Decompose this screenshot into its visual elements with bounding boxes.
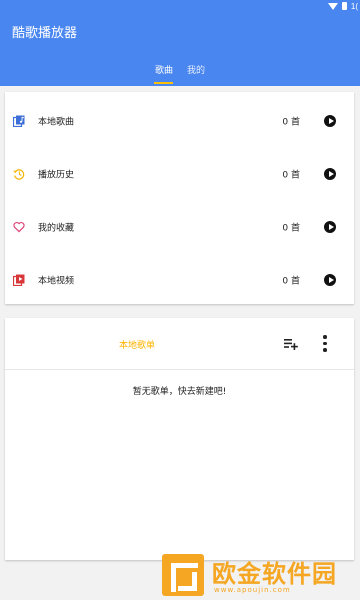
status-bar: 1( — [300, 0, 360, 12]
watermark-url: www.apoujin.com — [214, 586, 291, 594]
more-options-icon[interactable] — [322, 335, 328, 353]
heart-icon — [13, 221, 25, 232]
video-icon — [13, 274, 25, 286]
list-item-count: 0 首 — [282, 117, 300, 127]
tab-indicator — [154, 82, 173, 84]
app-title: 酷歌播放器 — [12, 26, 78, 41]
list-item-label: 播放历史 — [38, 170, 75, 180]
list-item-label: 本地歌曲 — [38, 117, 75, 127]
play-icon[interactable] — [324, 220, 336, 233]
playlist-card: 本地歌单 暂无歌单，快去新建吧! — [5, 318, 354, 560]
library-card: 本地歌曲 0 首 播放历史 0 首 我的收藏 0 首 本地视频 0 首 — [5, 92, 354, 304]
tab-songs[interactable]: 歌曲 — [155, 63, 173, 76]
watermark: 欧金软件园 www.apoujin.com — [162, 550, 360, 600]
tab-bar: 歌曲 我的 — [0, 60, 360, 86]
list-item-count: 0 首 — [282, 170, 300, 180]
list-item-favorites[interactable]: 我的收藏 0 首 — [5, 200, 354, 253]
list-item-label: 我的收藏 — [38, 223, 75, 233]
add-playlist-icon[interactable] — [284, 338, 298, 350]
wifi-icon — [327, 2, 338, 10]
list-item-count: 0 首 — [282, 276, 300, 286]
watermark-logo-icon — [162, 554, 204, 596]
battery-icon — [341, 2, 347, 10]
local-music-icon — [13, 115, 25, 127]
watermark-title: 欧金软件园 — [212, 560, 337, 588]
list-item-local-videos[interactable]: 本地视频 0 首 — [5, 253, 354, 306]
play-icon[interactable] — [324, 167, 336, 180]
app-bar: 1( 酷歌播放器 歌曲 我的 — [0, 0, 360, 86]
list-item-play-history[interactable]: 播放历史 0 首 — [5, 147, 354, 200]
history-icon — [13, 168, 25, 180]
tab-mine[interactable]: 我的 — [187, 63, 205, 76]
playlist-title: 本地歌单 — [119, 341, 156, 351]
playlist-header: 本地歌单 — [5, 318, 354, 370]
list-item-local-songs[interactable]: 本地歌曲 0 首 — [5, 94, 354, 147]
empty-playlist-message: 暂无歌单，快去新建吧! — [132, 387, 227, 397]
list-item-label: 本地视频 — [38, 276, 75, 286]
play-icon[interactable] — [324, 273, 336, 286]
status-time: 1( — [350, 1, 358, 11]
play-icon[interactable] — [324, 114, 336, 127]
list-item-count: 0 首 — [282, 223, 300, 233]
